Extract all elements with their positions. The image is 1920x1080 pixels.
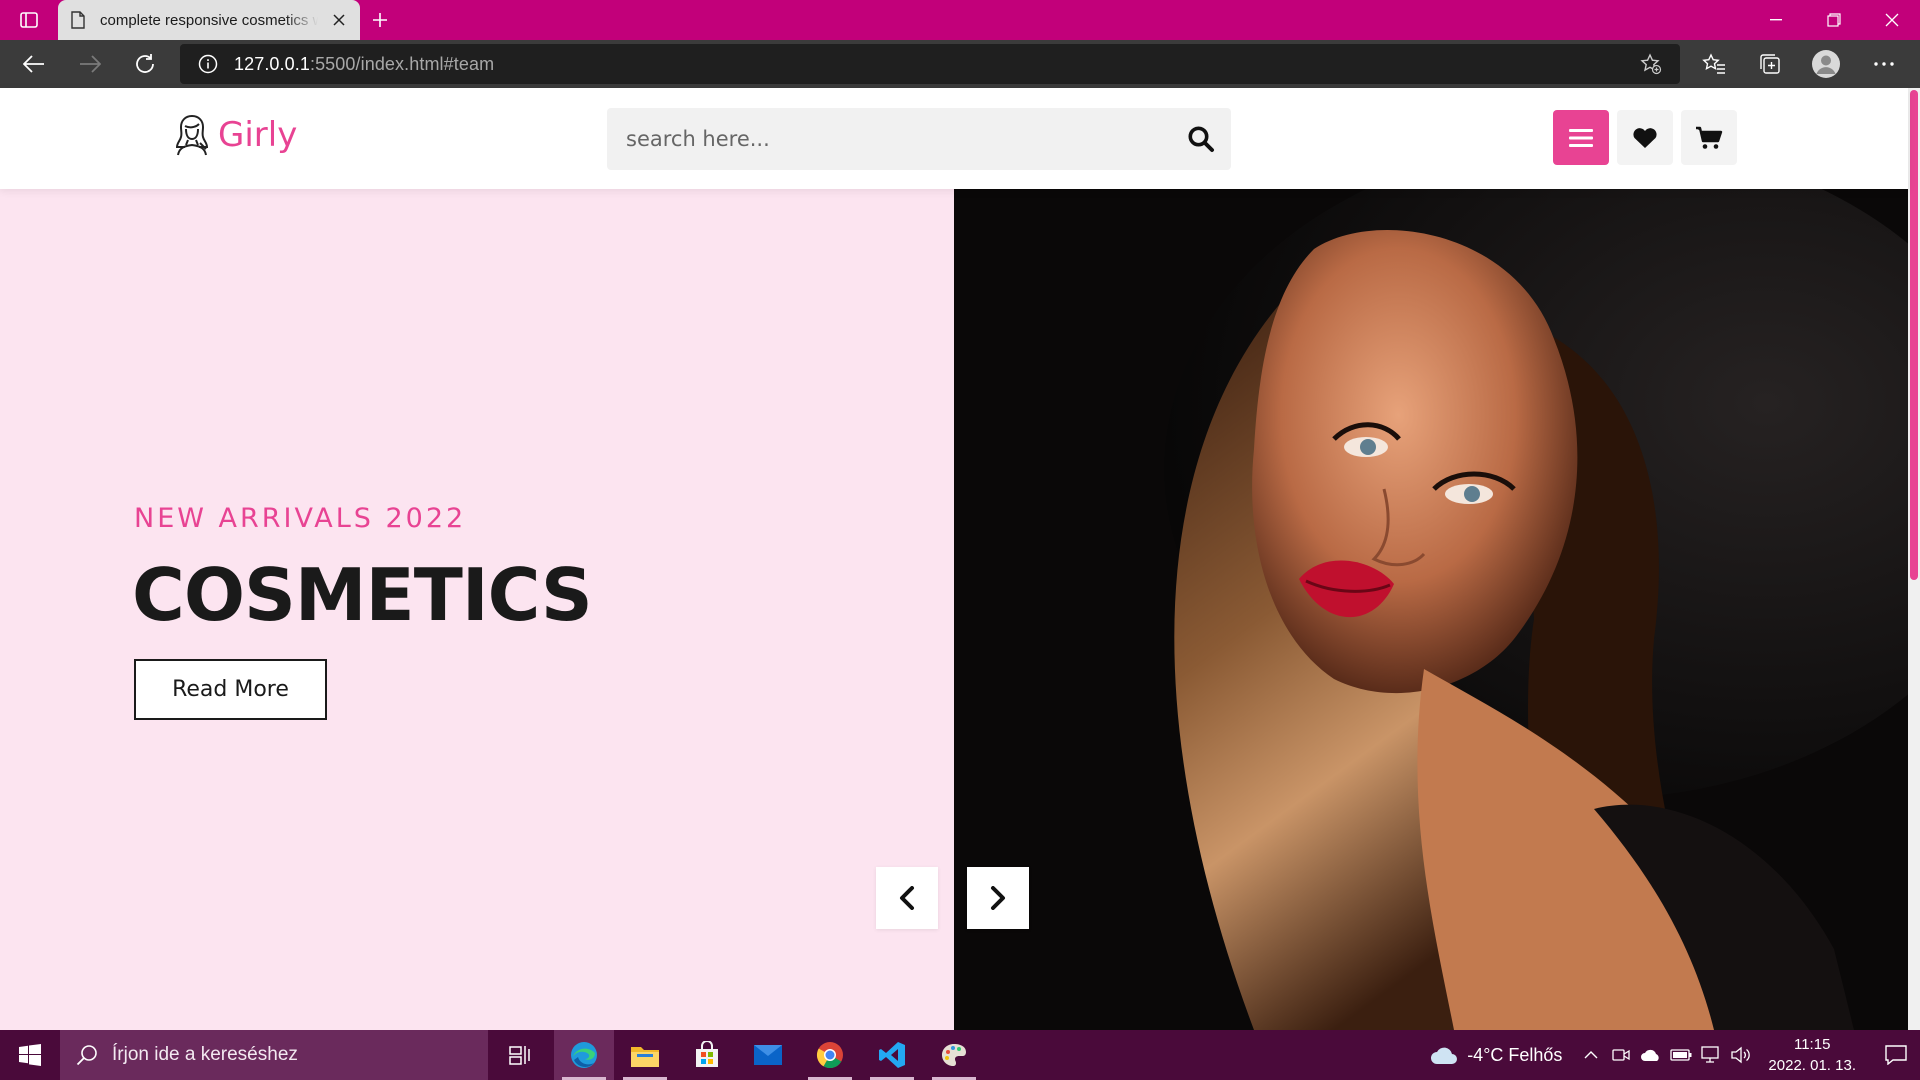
taskbar-search[interactable]: Írjon ide a kereséshez <box>60 1030 488 1080</box>
windows-taskbar: Írjon ide a kereséshez -4°C Felhős 11:15… <box>0 1030 1920 1080</box>
browser-toolbar: 127.0.0.1:5500/index.html#team <box>0 40 1920 88</box>
tab-title: complete responsive cosmetics website de… <box>100 11 318 29</box>
browser-tab[interactable]: complete responsive cosmetics website de… <box>58 0 360 40</box>
new-tab-icon[interactable] <box>368 8 392 32</box>
onedrive-icon[interactable] <box>1640 1044 1662 1066</box>
logo-text: Girly <box>218 115 298 155</box>
slider-next-button[interactable] <box>967 867 1029 929</box>
scrollbar-thumb[interactable] <box>1910 90 1918 580</box>
microsoft-store-icon[interactable] <box>677 1030 737 1080</box>
wishlist-button[interactable] <box>1617 110 1673 165</box>
weather-text: -4°C Felhős <box>1467 1044 1563 1065</box>
hero-title: COSMETICS <box>132 553 593 637</box>
url-text: 127.0.0.1:5500/index.html#team <box>234 53 495 74</box>
file-explorer-icon[interactable] <box>615 1030 675 1080</box>
collections-icon[interactable] <box>1754 48 1786 80</box>
chevron-left-icon <box>900 886 914 910</box>
favorites-icon[interactable] <box>1698 48 1730 80</box>
refresh-icon[interactable] <box>129 48 161 80</box>
mail-icon[interactable] <box>738 1030 798 1080</box>
search-input[interactable] <box>607 127 1147 151</box>
cart-icon <box>1696 126 1723 149</box>
paint-icon[interactable] <box>924 1030 984 1080</box>
restore-icon[interactable] <box>1806 0 1862 40</box>
hero-image <box>954 189 1908 1030</box>
address-bar[interactable]: 127.0.0.1:5500/index.html#team <box>180 44 1680 84</box>
notification-center-icon[interactable] <box>1872 1030 1920 1080</box>
cart-button[interactable] <box>1681 110 1737 165</box>
browser-tab-bar: complete responsive cosmetics website de… <box>0 0 1920 40</box>
logo[interactable]: Girly <box>172 113 297 157</box>
search-icon <box>76 1045 97 1066</box>
info-icon[interactable] <box>198 54 218 74</box>
minimize-icon[interactable] <box>1748 0 1804 40</box>
battery-icon[interactable] <box>1670 1044 1692 1066</box>
search-icon[interactable] <box>1187 125 1215 153</box>
volume-icon[interactable] <box>1730 1044 1752 1066</box>
vscode-icon[interactable] <box>862 1030 922 1080</box>
system-tray: -4°C Felhős 11:15 2022. 01. 13. <box>1429 1030 1920 1080</box>
read-more-button[interactable]: Read More <box>134 659 327 720</box>
profile-avatar-icon[interactable] <box>1810 48 1842 80</box>
more-options-icon[interactable] <box>1868 48 1900 80</box>
task-view-icon[interactable] <box>490 1030 550 1080</box>
network-icon[interactable] <box>1700 1044 1722 1066</box>
weather-widget[interactable]: -4°C Felhős <box>1429 1044 1562 1066</box>
chevron-right-icon <box>991 886 1005 910</box>
tab-actions-icon[interactable] <box>16 8 42 32</box>
chrome-icon[interactable] <box>800 1030 860 1080</box>
heart-icon <box>1633 127 1657 148</box>
model-portrait-image <box>954 189 1908 1030</box>
site-header: Girly <box>0 88 1908 189</box>
taskbar-search-placeholder: Írjon ide a kereséshez <box>112 1044 298 1065</box>
forward-icon[interactable] <box>74 48 106 80</box>
search-form <box>607 108 1231 170</box>
page-icon <box>71 11 85 29</box>
add-favorite-icon[interactable] <box>1640 53 1662 75</box>
clock-date: 2022. 01. 13. <box>1768 1057 1856 1074</box>
windows-start-icon[interactable] <box>0 1030 60 1080</box>
back-icon[interactable] <box>18 48 50 80</box>
cloud-icon <box>1431 1047 1458 1064</box>
menu-button[interactable] <box>1553 110 1609 165</box>
hero-subtitle: NEW ARRIVALS 2022 <box>134 503 467 534</box>
clock[interactable]: 11:15 2022. 01. 13. <box>1768 1034 1856 1076</box>
slider-prev-button[interactable] <box>876 867 938 929</box>
girl-logo-icon <box>175 115 209 156</box>
meet-now-icon[interactable] <box>1610 1044 1632 1066</box>
clock-time: 11:15 <box>1793 1036 1831 1053</box>
page-scrollbar[interactable] <box>1908 88 1920 1030</box>
chevron-up-icon[interactable] <box>1580 1044 1602 1066</box>
menu-icon <box>1569 128 1593 147</box>
close-tab-icon[interactable] <box>330 11 348 29</box>
edge-browser-icon[interactable] <box>554 1030 614 1080</box>
close-window-icon[interactable] <box>1864 0 1920 40</box>
